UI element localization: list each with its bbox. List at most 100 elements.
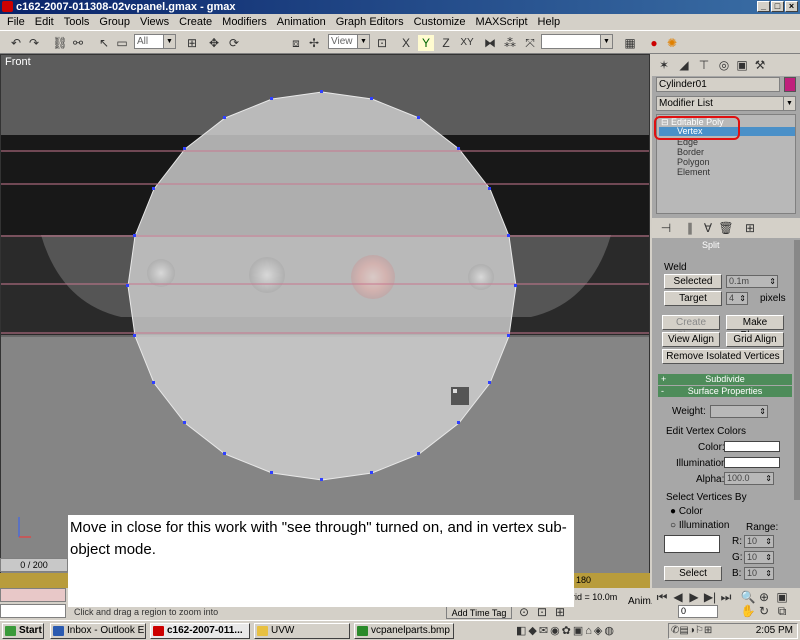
range-g-spinner[interactable]: 10	[744, 551, 774, 564]
stack-item-polygon[interactable]: Polygon	[677, 157, 710, 167]
move-icon[interactable]: ✥	[206, 35, 222, 51]
link-icon[interactable]: ⛓	[52, 35, 68, 51]
menu-help[interactable]: Help	[533, 14, 566, 30]
taskbar-item-gmax[interactable]: c162-2007-011...	[150, 623, 250, 639]
modify-tab-icon[interactable]: ◢	[676, 57, 692, 73]
menu-customize[interactable]: Customize	[409, 14, 471, 30]
region-select-icon[interactable]: ▭	[114, 35, 130, 51]
menu-create[interactable]: Create	[174, 14, 217, 30]
maximize-button[interactable]: □	[771, 1, 784, 12]
motion-tab-icon[interactable]: ◎	[716, 57, 732, 73]
taskbar-item-uvw[interactable]: UVW	[254, 623, 350, 639]
material-editor-icon[interactable]: ▦	[622, 35, 638, 51]
make-unique-icon[interactable]: ∀	[700, 220, 716, 236]
axis-z-button[interactable]: Z	[438, 35, 454, 51]
display-tab-icon[interactable]: ▣	[734, 57, 750, 73]
range-r-spinner[interactable]: 10	[744, 535, 774, 548]
stack-item-element[interactable]: Element	[677, 167, 710, 177]
pin-stack-icon[interactable]: ⊣	[658, 220, 674, 236]
configure-modifier-sets-icon[interactable]: ⊞	[742, 220, 758, 236]
minimize-button[interactable]: _	[757, 1, 770, 12]
mirror-icon[interactable]: ⧓	[482, 35, 498, 51]
axis-y-button[interactable]: Y	[418, 35, 434, 51]
menu-views[interactable]: Views	[135, 14, 174, 30]
axis-x-button[interactable]: X	[398, 35, 414, 51]
select-by-illumination-radio[interactable]: ○ Illumination	[670, 520, 729, 531]
illumination-color-swatch[interactable]	[724, 457, 780, 468]
array-icon[interactable]: ⁂	[502, 35, 518, 51]
next-frame-icon[interactable]: ▶|	[702, 589, 718, 605]
split-button[interactable]: Split	[702, 240, 720, 250]
make-planar-button[interactable]: Make Planar	[726, 315, 784, 341]
subdivide-rollout[interactable]: + Subdivide	[658, 374, 792, 385]
quick-launch-tray[interactable]: ◧◆✉◉✿▣⌂◈◍	[516, 623, 666, 639]
menu-file[interactable]: File	[2, 14, 30, 30]
weld-threshold-spinner[interactable]: 0.1m	[726, 275, 778, 288]
create-shape-button[interactable]: Create Shape	[662, 315, 720, 341]
scale-icon[interactable]: ⧈	[288, 35, 304, 51]
render-icon[interactable]: ●	[646, 35, 662, 51]
select-by-color-radio[interactable]: ● Color	[670, 506, 703, 517]
panel-scrollbar[interactable]	[794, 240, 800, 500]
utilities-tab-icon[interactable]: ⚒	[752, 57, 768, 73]
weld-target-button[interactable]: Target	[664, 291, 722, 306]
viewport-label[interactable]: Front	[5, 56, 31, 68]
current-frame-field[interactable]: 0	[678, 605, 718, 618]
select-button[interactable]: Select	[664, 566, 722, 581]
select-arrow-icon[interactable]: ↖	[96, 35, 112, 51]
menu-edit[interactable]: Edit	[30, 14, 59, 30]
animate-mode-button[interactable]: Anim.	[628, 596, 654, 607]
menu-animation[interactable]: Animation	[272, 14, 331, 30]
key-mode-icon[interactable]: ⏮	[654, 589, 670, 605]
grid-align-button[interactable]: Grid Align	[726, 332, 784, 347]
quick-render-icon[interactable]: ✺	[664, 35, 680, 51]
range-b-spinner[interactable]: 10	[744, 567, 774, 580]
pivot-center-icon[interactable]: ⊡	[374, 35, 390, 51]
select-by-name-icon[interactable]: ⊞	[184, 35, 200, 51]
undo-icon[interactable]: ↶	[8, 35, 24, 51]
add-time-tag-button[interactable]: Add Time Tag	[446, 606, 512, 619]
create-tab-icon[interactable]: ✶	[656, 57, 672, 73]
select-manipulate-icon[interactable]: ✢	[306, 35, 322, 51]
go-to-end-icon[interactable]: ⏭	[718, 589, 734, 605]
selection-filter-dropdown[interactable]: All ▼	[134, 34, 176, 49]
view-align-button[interactable]: View Align	[662, 332, 720, 347]
time-slider[interactable]: 0 / 200	[0, 558, 68, 572]
menu-tools[interactable]: Tools	[59, 14, 95, 30]
redo-icon[interactable]: ↷	[26, 35, 42, 51]
remove-modifier-icon[interactable]: 🗑	[718, 220, 734, 236]
maxscript-listener-mini[interactable]	[0, 588, 66, 602]
start-button[interactable]: Start	[2, 623, 44, 639]
reference-coordinate-dropdown[interactable]: View ▼	[328, 34, 370, 49]
object-color-swatch[interactable]	[784, 77, 796, 92]
remove-isolated-vertices-button[interactable]: Remove Isolated Vertices	[662, 349, 784, 364]
maximize-viewport-icon[interactable]: ⧉	[774, 603, 790, 619]
axis-xy-button[interactable]: XY	[458, 35, 476, 51]
select-color-swatch[interactable]	[664, 535, 720, 553]
taskbar-item-bmp[interactable]: vcpanelparts.bmp ...	[354, 623, 454, 639]
taskbar-item-outlook[interactable]: Inbox - Outlook E...	[50, 623, 146, 639]
close-button[interactable]: ×	[785, 1, 798, 12]
maxscript-input-mini[interactable]	[0, 604, 66, 618]
show-end-result-icon[interactable]: ∥	[682, 220, 698, 236]
vertex-color-swatch[interactable]	[724, 441, 780, 452]
unlink-icon[interactable]: ⚯	[70, 35, 86, 51]
menu-maxscript[interactable]: MAXScript	[471, 14, 533, 30]
rotate-icon[interactable]: ⟳	[226, 35, 242, 51]
menu-modifiers[interactable]: Modifiers	[217, 14, 272, 30]
weight-spinner[interactable]	[710, 405, 768, 418]
play-icon[interactable]: ▶	[686, 589, 702, 605]
arc-rotate-icon[interactable]: ↻	[756, 603, 772, 619]
target-pixels-spinner[interactable]: 4	[726, 292, 748, 305]
align-icon[interactable]: ⤧	[522, 35, 538, 51]
hierarchy-tab-icon[interactable]: ⊤	[696, 57, 712, 73]
surface-properties-rollout[interactable]: - Surface Properties	[658, 386, 792, 397]
weld-selected-button[interactable]: Selected	[664, 274, 722, 289]
stack-item-border[interactable]: Border	[677, 147, 704, 157]
pan-icon[interactable]: ✋	[740, 603, 756, 619]
menu-graph-editors[interactable]: Graph Editors	[331, 14, 409, 30]
tray-icons[interactable]: ✆▤◑⚐⊞	[671, 625, 712, 636]
menu-group[interactable]: Group	[94, 14, 135, 30]
object-name-field[interactable]: Cylinder01	[656, 77, 780, 92]
alpha-spinner[interactable]: 100.0	[724, 472, 774, 485]
